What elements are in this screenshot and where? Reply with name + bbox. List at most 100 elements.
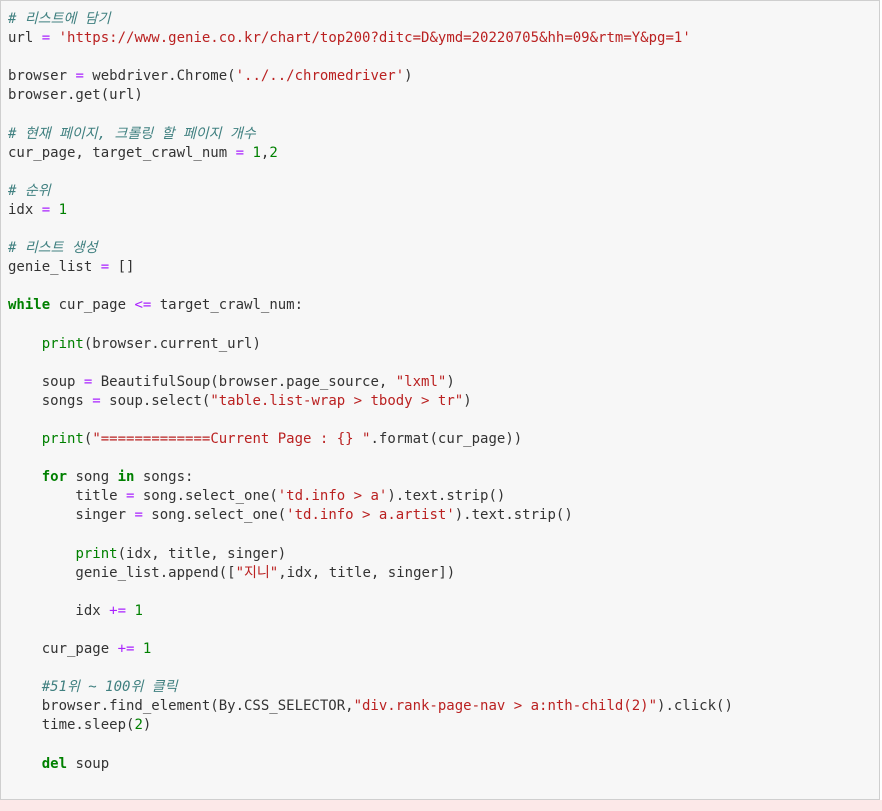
code-line: browser.get(url) [8,86,733,105]
code-token-plain: ).click() [657,698,733,715]
code-token-kw: in [117,469,135,486]
code-token-kw: for [41,469,68,486]
code-token-op: = [41,201,51,218]
code-token-plain: singer [8,507,135,524]
code-token-str: "지니" [235,564,279,581]
code-token-comment: # 리스트에 담기 [8,11,111,27]
code-token-plain: soup.select( [100,392,211,409]
code-token-op: += [117,641,135,658]
code-token-plain: song [67,469,118,486]
code-line: while cur_page <= target_crawl_num: [8,296,733,315]
code-line: del soup [8,755,733,774]
code-token-plain: cur_page [50,297,135,314]
code-token-str: "table.list-wrap > tbody > tr" [210,392,464,409]
code-token-str: 'td.info > a' [277,488,388,505]
code-token-str: 'td.info > a.artist' [286,507,455,524]
code-line: cur_page += 1 [8,640,733,659]
code-cell[interactable]: # 리스트에 담기 url = 'https://www.genie.co.kr/… [0,0,880,800]
code-token-num: 1 [58,201,68,218]
code-line: genie_list.append(["지니",idx, title, sing… [8,564,733,583]
code-token-op: += [109,602,127,619]
code-token-num: 1 [252,144,261,161]
code-token-plain: songs: [134,469,194,486]
code-token-str: "=============Current Page : {} " [92,431,371,448]
code-token-str: '../../chromedriver' [235,68,405,85]
code-token-op: = [92,392,101,409]
code-token-num: 2 [269,144,278,161]
code-token-plain: url [8,30,42,47]
code-token-plain: target_crawl_num: [151,297,304,314]
code-line: cur_page, target_crawl_num = 1,2 [8,144,733,163]
code-token-num: 1 [134,602,143,619]
code-token-plain: [] [109,259,135,276]
code-token-plain: (idx, title, singer) [117,545,287,562]
code-token-plain: browser.get(url) [8,87,143,104]
code-token-plain: ).text.strip() [454,507,573,524]
code-token-str: "div.rank-page-nav > a:nth-child(2)" [353,698,658,715]
code-token-plain: ).text.strip() [387,488,506,505]
code-token-op: = [100,259,110,276]
code-token-plain: ) [404,68,413,85]
code-token-op: = [235,144,245,161]
code-token-kw: del [41,755,68,772]
code-line: idx += 1 [8,602,733,621]
code-token-plain: cur_page [8,641,118,658]
code-token-kw: while [8,297,51,314]
code-line: songs = soup.select("table.list-wrap > t… [8,392,733,411]
code-token-plain: time.sleep( [8,717,135,734]
code-line: print(idx, title, singer) [8,545,733,564]
code-line: browser = webdriver.Chrome('../../chrome… [8,67,733,86]
code-token-plain: ) [463,392,472,409]
code-token-plain: soup [8,373,84,390]
code-token-comment: # 순위 [8,182,51,199]
code-line: genie_list = [] [8,258,733,277]
code-token-str: "lxml" [395,373,447,390]
code-token-op: = [134,507,143,524]
code-line: #51위 ~ 100위 클릭 [8,678,733,697]
code-token-plain: title [8,488,127,505]
code-token-plain: genie_list [8,259,101,276]
code-token-plain: (browser.current_url) [83,335,261,352]
code-line: # 리스트에 담기 [8,10,733,29]
code-token-num: 2 [134,717,143,734]
code-line: print("=============Current Page : {} ".… [8,430,733,449]
code-line: time.sleep(2) [8,716,733,735]
code-token-plain: song.select_one( [142,507,287,524]
code-token-plain: webdriver.Chrome( [83,68,236,85]
code-token-builtin: print [41,431,84,448]
code-token-comment: # 현재 페이지, 크롤링 할 페이지 개수 [8,125,256,142]
code-token-num: 1 [142,641,152,658]
code-token-op: = [41,30,51,47]
code-token-comment: #51위 ~ 100위 클릭 [8,679,178,696]
code-token-str: 'https://www.genie.co.kr/chart/top200?di… [58,30,691,47]
code-token-plain: ) [446,373,455,390]
code-line: soup = BeautifulSoup(browser.page_source… [8,373,733,392]
code-editor[interactable]: # 리스트에 담기 url = 'https://www.genie.co.kr/… [8,10,733,774]
code-token-op: = [75,68,84,85]
code-line: title = song.select_one('td.info > a').t… [8,487,733,506]
code-token-plain: .format(cur_page)) [370,431,523,448]
code-token-plain: browser.find_element(By.CSS_SELECTOR, [8,698,354,715]
output-area-strip [0,800,882,811]
code-token-builtin: print [75,545,118,562]
code-token-plain: songs [8,392,93,409]
code-line: # 현재 페이지, 크롤링 할 페이지 개수 [8,125,733,144]
code-token-plain: ) [142,717,152,734]
code-token-builtin: print [41,335,84,352]
